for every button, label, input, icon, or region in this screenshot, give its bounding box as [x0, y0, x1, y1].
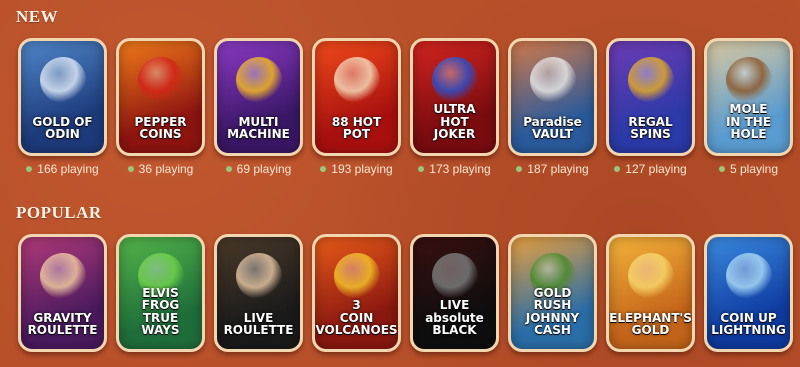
game-title: ULTRA HOT JOKER: [433, 102, 476, 142]
game-card[interactable]: 88 HOT POT 193 playing: [312, 38, 401, 176]
game-thumbnail[interactable]: ULTRA HOT JOKER: [410, 38, 499, 156]
player-count-label: 127 playing: [625, 162, 687, 176]
game-title: LIVE absolute BLACK: [425, 298, 484, 338]
online-dot-icon: [26, 166, 33, 172]
game-title: GOLD RUSH JOHNNY CASH: [525, 285, 580, 338]
game-thumbnail[interactable]: GRAVITY ROULETTE: [18, 234, 107, 352]
game-card[interactable]: 3 COIN VOLCANOES: [312, 234, 401, 352]
game-thumbnail[interactable]: Paradise VAULT: [508, 38, 597, 156]
game-thumbnail[interactable]: MOLE IN THE HOLE: [704, 38, 793, 156]
game-card[interactable]: ELVIS FROG TRUE WAYS: [116, 234, 205, 352]
player-count-label: 173 playing: [429, 162, 491, 176]
game-title: ELEPHANT'S GOLD: [609, 310, 692, 338]
online-dot-icon: [127, 166, 134, 172]
player-count: 187 playing: [516, 162, 589, 176]
game-thumbnail[interactable]: 3 COIN VOLCANOES: [312, 234, 401, 352]
game-card[interactable]: GOLD OF ODIN 166 playing: [18, 38, 107, 176]
player-count: 69 playing: [225, 162, 292, 176]
game-art-image: [431, 253, 478, 299]
game-art-image: [333, 253, 380, 299]
game-art-image: [627, 57, 674, 103]
game-title: 88 HOT POT: [331, 114, 382, 142]
section-title-new: NEW: [16, 7, 59, 26]
game-thumbnail[interactable]: GOLD OF ODIN: [18, 38, 107, 156]
player-count: 173 playing: [418, 162, 491, 176]
game-thumbnail[interactable]: PEPPER COINS: [116, 38, 205, 156]
game-art-image: [627, 253, 674, 299]
player-count: 193 playing: [320, 162, 393, 176]
game-card[interactable]: MOLE IN THE HOLE 5 playing: [704, 38, 793, 176]
game-art-image: [235, 57, 282, 103]
game-card[interactable]: REGAL SPINS 127 playing: [606, 38, 695, 176]
game-thumbnail[interactable]: ELEPHANT'S GOLD: [606, 234, 695, 352]
game-card[interactable]: LIVE ROULETTE: [214, 234, 303, 352]
game-title: ELVIS FROG TRUE WAYS: [141, 285, 180, 338]
game-art-image: [725, 253, 772, 299]
game-title: LIVE ROULETTE: [223, 310, 294, 338]
player-count: 127 playing: [614, 162, 687, 176]
game-card[interactable]: ELEPHANT'S GOLD: [606, 234, 695, 352]
game-card[interactable]: ULTRA HOT JOKER 173 playing: [410, 38, 499, 176]
game-card[interactable]: COIN UP LIGHTNING: [704, 234, 793, 352]
player-count-label: 187 playing: [527, 162, 589, 176]
game-title: MOLE IN THE HOLE: [725, 102, 772, 142]
player-count-label: 36 playing: [138, 162, 194, 176]
game-title: GRAVITY ROULETTE: [27, 310, 98, 338]
game-title: GOLD OF ODIN: [32, 114, 93, 142]
player-count-label: 193 playing: [331, 162, 393, 176]
online-dot-icon: [225, 166, 232, 172]
game-title: COIN UP LIGHTNING: [711, 310, 786, 338]
game-title: Paradise VAULT: [523, 114, 582, 142]
game-art-image: [137, 57, 184, 103]
game-thumbnail[interactable]: LIVE absolute BLACK: [410, 234, 499, 352]
game-art-image: [39, 57, 86, 103]
game-card[interactable]: PEPPER COINS 36 playing: [116, 38, 205, 176]
game-title: REGAL SPINS: [628, 114, 673, 142]
game-thumbnail[interactable]: ELVIS FROG TRUE WAYS: [116, 234, 205, 352]
game-art-image: [529, 57, 576, 103]
game-card[interactable]: GOLD RUSH JOHNNY CASH: [508, 234, 597, 352]
player-count-label: 69 playing: [236, 162, 292, 176]
section-title-popular: POPULAR: [16, 203, 102, 222]
game-title: MULTI MACHINE: [227, 114, 290, 142]
player-count: 36 playing: [127, 162, 194, 176]
new-games-row: GOLD OF ODIN 166 playing PEPPER COINS 36 pl…: [18, 38, 793, 176]
online-dot-icon: [418, 166, 425, 172]
game-art-image: [333, 57, 380, 103]
game-art-image: [39, 253, 86, 299]
game-art-image: [725, 57, 772, 103]
player-count-label: 166 playing: [37, 162, 99, 176]
game-art-image: [235, 253, 282, 299]
game-thumbnail[interactable]: GOLD RUSH JOHNNY CASH: [508, 234, 597, 352]
player-count: 5 playing: [718, 162, 779, 176]
player-count-label: 5 playing: [729, 162, 779, 176]
game-thumbnail[interactable]: COIN UP LIGHTNING: [704, 234, 793, 352]
game-card[interactable]: LIVE absolute BLACK: [410, 234, 499, 352]
popular-games-row: GRAVITY ROULETTE ELVIS FROG TRUE WAYS LIVE…: [18, 234, 793, 352]
game-card[interactable]: GRAVITY ROULETTE: [18, 234, 107, 352]
game-card[interactable]: MULTI MACHINE 69 playing: [214, 38, 303, 176]
game-title: PEPPER COINS: [134, 114, 187, 142]
online-dot-icon: [718, 166, 725, 172]
game-thumbnail[interactable]: MULTI MACHINE: [214, 38, 303, 156]
player-count: 166 playing: [26, 162, 99, 176]
game-title: 3 COIN VOLCANOES: [315, 298, 398, 338]
game-art-image: [431, 57, 478, 103]
online-dot-icon: [614, 166, 621, 172]
online-dot-icon: [516, 166, 523, 172]
online-dot-icon: [320, 166, 327, 172]
game-thumbnail[interactable]: 88 HOT POT: [312, 38, 401, 156]
game-thumbnail[interactable]: LIVE ROULETTE: [214, 234, 303, 352]
game-thumbnail[interactable]: REGAL SPINS: [606, 38, 695, 156]
game-card[interactable]: Paradise VAULT 187 playing: [508, 38, 597, 176]
